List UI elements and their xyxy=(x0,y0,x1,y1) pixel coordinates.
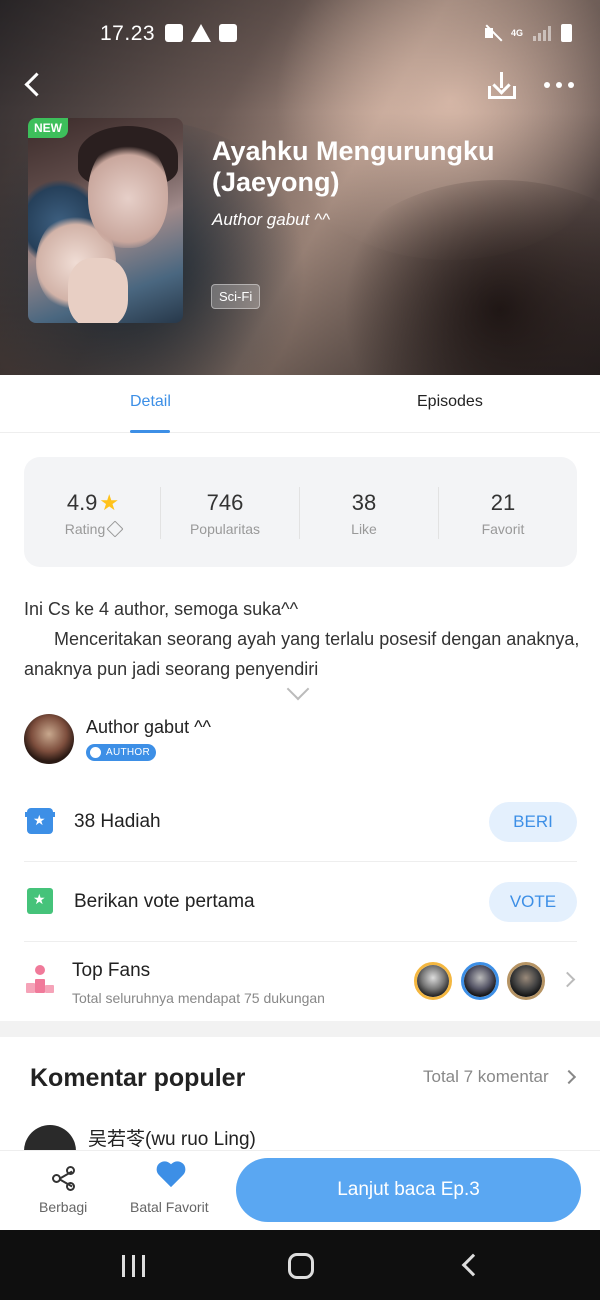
like-label: Like xyxy=(351,521,377,537)
podium-icon xyxy=(26,965,54,995)
favorite-label: Favorit xyxy=(481,521,525,537)
warning-icon xyxy=(191,24,211,42)
fan-avatar[interactable] xyxy=(414,962,452,1000)
edit-icon xyxy=(106,520,124,538)
tab-episodes[interactable]: Episodes xyxy=(417,393,483,411)
favorite-label[interactable]: Batal Favorit xyxy=(130,1199,209,1215)
mute-icon xyxy=(483,24,501,42)
like-value: 38 xyxy=(351,490,377,515)
synopsis-line-2: Menceritakan seorang ayah yang terlalu p… xyxy=(24,629,580,679)
fan-avatar[interactable] xyxy=(461,962,499,1000)
rating-label: Rating xyxy=(64,521,106,537)
popularity-value: 746 xyxy=(206,490,244,515)
status-bar: 17.23 4G xyxy=(0,14,600,54)
gift-icon xyxy=(25,808,55,834)
back-icon[interactable] xyxy=(22,70,46,100)
genre-tag[interactable]: Sci-Fi xyxy=(211,284,261,309)
book-author[interactable]: Author gabut ^^ xyxy=(212,210,330,230)
vote-button[interactable]: VOTE xyxy=(489,882,577,922)
vote-ticket-icon xyxy=(27,888,53,914)
synopsis[interactable]: Ini Cs ke 4 author, semoga suka^^ Mencer… xyxy=(24,594,580,684)
share-icon[interactable] xyxy=(52,1166,78,1192)
section-divider xyxy=(0,1021,600,1037)
author-name[interactable]: Author gabut ^^ xyxy=(86,717,211,738)
stat-like: 38 Like xyxy=(295,457,433,567)
chevron-right-icon[interactable] xyxy=(561,1069,577,1085)
author-avatar[interactable] xyxy=(24,714,74,764)
rating-value: 4.9 xyxy=(66,490,98,515)
comments-total[interactable]: Total 7 komentar xyxy=(423,1067,549,1087)
signal-icon xyxy=(533,25,551,41)
tab-indicator xyxy=(130,430,170,433)
book-title: Ayahku Mengurungku (Jaeyong) xyxy=(212,136,495,197)
top-fans-subtitle: Total seluruhnya mendapat 75 dukungan xyxy=(72,990,325,1006)
synopsis-line-1: Ini Cs ke 4 author, semoga suka^^ xyxy=(24,599,299,619)
heart-icon[interactable] xyxy=(156,1162,186,1190)
fan-avatar[interactable] xyxy=(507,962,545,1000)
gift-count: 38 Hadiah xyxy=(74,811,161,832)
vote-text: Berikan vote pertama xyxy=(74,891,255,912)
recent-apps-icon[interactable] xyxy=(122,1255,146,1277)
comments-title: Komentar populer xyxy=(30,1064,246,1092)
tab-detail[interactable]: Detail xyxy=(130,393,171,411)
share-label[interactable]: Berbagi xyxy=(39,1199,87,1215)
continue-reading-button[interactable]: Lanjut baca Ep.3 xyxy=(236,1158,581,1222)
more-icon[interactable] xyxy=(544,82,574,88)
commenter-name[interactable]: 吴若苓(wu ruo Ling) xyxy=(88,1124,256,1151)
popularity-label: Popularitas xyxy=(189,521,261,537)
network-label: 4G xyxy=(510,27,523,38)
star-icon: ★ xyxy=(99,490,120,515)
battery-icon xyxy=(561,24,572,42)
stat-popularity: 746 Popularitas xyxy=(156,457,294,567)
tab-bar: Detail Episodes xyxy=(0,375,600,433)
stat-rating[interactable]: 4.9★ Rating xyxy=(24,457,162,567)
gift-row: 38 Hadiah BERI xyxy=(24,782,577,862)
status-system-icons: 4G xyxy=(483,24,572,42)
vote-row: Berikan vote pertama VOTE xyxy=(24,862,577,942)
top-fans-title[interactable]: Top Fans xyxy=(72,960,150,982)
favorite-value: 21 xyxy=(490,490,516,515)
author-badge: AUTHOR xyxy=(86,744,157,761)
download-icon[interactable] xyxy=(486,70,518,102)
status-time: 17.23 xyxy=(100,22,156,45)
home-icon[interactable] xyxy=(288,1253,314,1279)
cover-image xyxy=(28,118,183,323)
give-button[interactable]: BERI xyxy=(489,802,577,842)
shield-icon xyxy=(165,24,183,42)
stats-card: 4.9★ Rating 746 Popularitas 38 Like 21 F… xyxy=(24,457,577,567)
checkbox-icon xyxy=(219,24,237,42)
chevron-right-icon[interactable] xyxy=(559,971,576,988)
stat-favorite: 21 Favorit xyxy=(434,457,572,567)
new-badge: NEW xyxy=(28,118,68,138)
status-notification-icons xyxy=(165,24,237,42)
